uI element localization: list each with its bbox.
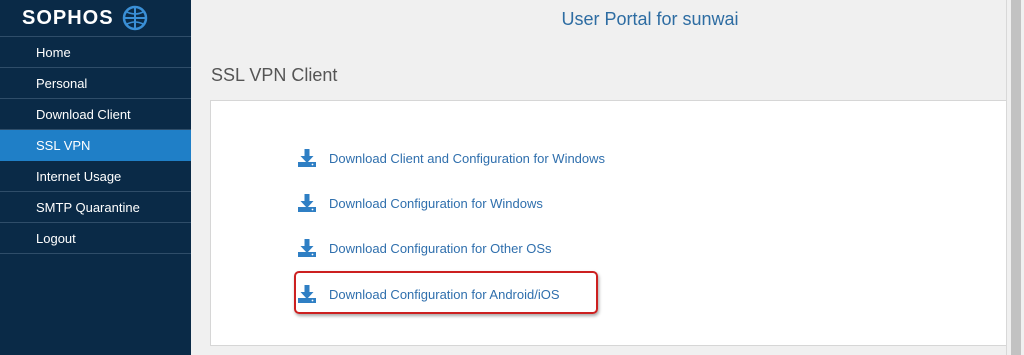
sidebar-item-logout[interactable]: Logout <box>0 223 191 254</box>
sidebar-item-download-client[interactable]: Download Client <box>0 99 191 130</box>
scrollbar-thumb[interactable] <box>1011 0 1021 355</box>
sidebar-item-ssl-vpn[interactable]: SSL VPN <box>0 130 191 161</box>
sidebar: SOPHOS Home Personal Download Client SSL… <box>0 0 191 355</box>
download-link-label: Download Configuration for Windows <box>329 195 543 211</box>
sidebar-item-home[interactable]: Home <box>0 37 191 68</box>
page-title: User Portal for sunwai <box>561 9 739 29</box>
download-panel: Download Client and Configuration for Wi… <box>210 100 1006 346</box>
download-icon <box>297 193 317 213</box>
sophos-logo[interactable]: SOPHOS <box>0 0 191 37</box>
globe-shield-icon <box>122 5 148 31</box>
download-link-label: Download Client and Configuration for Wi… <box>329 150 606 166</box>
sidebar-nav: Home Personal Download Client SSL VPN In… <box>0 37 191 254</box>
download-config-windows-link[interactable]: Download Configuration for Windows <box>297 192 543 214</box>
main-content: User Portal for sunwai SSL VPN Client Do… <box>191 0 1006 355</box>
download-config-other-os-link[interactable]: Download Configuration for Other OSs <box>297 237 552 259</box>
download-client-config-windows-link[interactable]: Download Client and Configuration for Wi… <box>297 147 605 169</box>
highlight-annotation <box>294 271 598 314</box>
sidebar-item-personal[interactable]: Personal <box>0 68 191 99</box>
logo-text: SOPHOS <box>22 6 114 29</box>
sidebar-item-internet-usage[interactable]: Internet Usage <box>0 161 191 192</box>
download-icon <box>297 238 317 258</box>
download-link-label: Download Configuration for Other OSs <box>329 240 552 256</box>
section-title: SSL VPN Client <box>211 65 338 85</box>
download-icon <box>297 148 317 168</box>
sidebar-item-smtp-quarantine[interactable]: SMTP Quarantine <box>0 192 191 223</box>
vertical-scrollbar[interactable] <box>1006 0 1024 355</box>
